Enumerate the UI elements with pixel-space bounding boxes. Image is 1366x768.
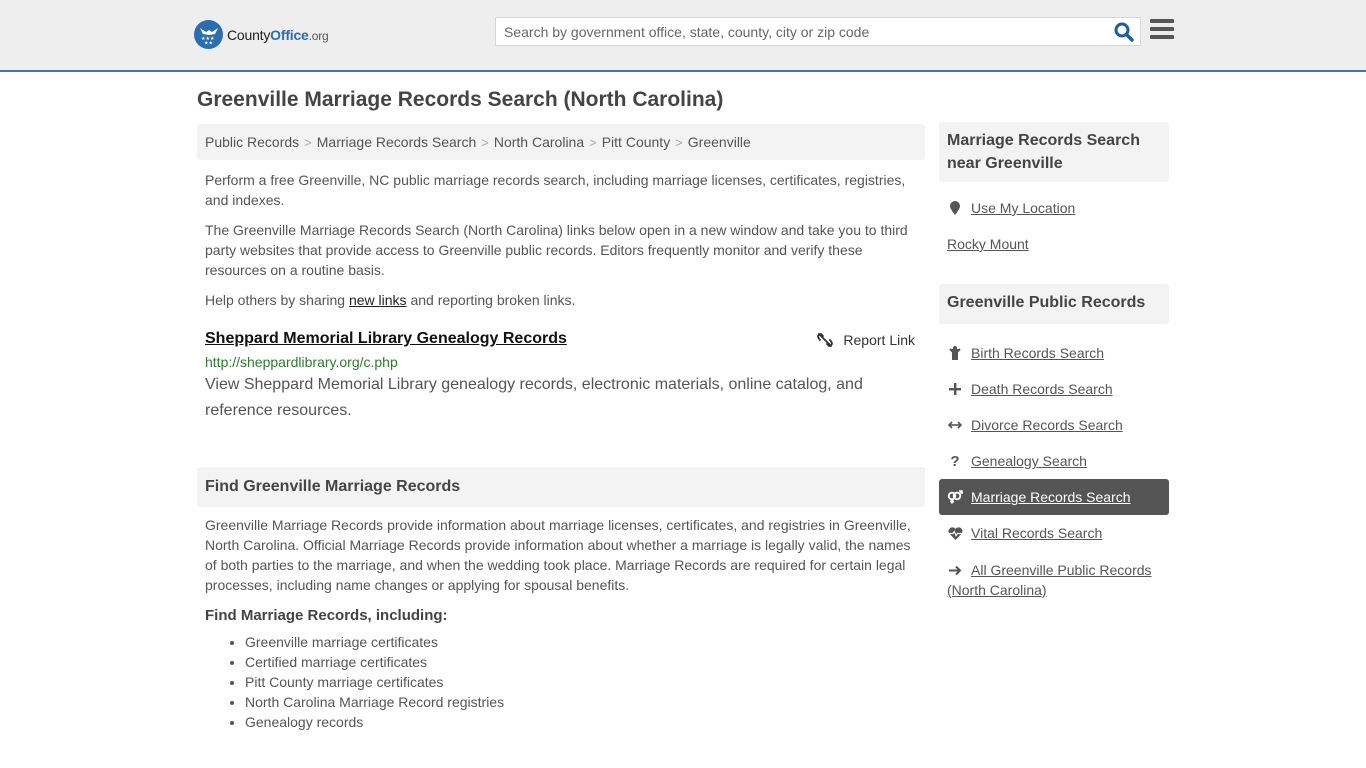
- sidebar-item-label[interactable]: Vital Records Search: [971, 525, 1102, 541]
- new-links-link[interactable]: new links: [349, 292, 407, 308]
- breadcrumb-pitt-county[interactable]: Pitt County: [602, 134, 670, 150]
- question-icon: ?: [950, 452, 960, 470]
- broken-link-icon: [817, 333, 834, 347]
- result-url: http://sheppardlibrary.org/c.php: [205, 354, 398, 370]
- sidebar-public-records: Greenville Public Records Birth Records …: [939, 284, 1169, 600]
- heartbeat-icon: [947, 526, 963, 540]
- arrows-horizontal-icon: [947, 420, 963, 430]
- report-link-button[interactable]: Report Link: [817, 332, 915, 348]
- result-title-link[interactable]: Sheppard Memorial Library Genealogy Reco…: [205, 330, 567, 347]
- sidebar-item-label[interactable]: Birth Records Search: [971, 345, 1104, 361]
- list-item: Greenville marriage certificates: [245, 632, 917, 652]
- intro-paragraph-2: The Greenville Marriage Records Search (…: [205, 222, 908, 278]
- list-item: Certified marriage certificates: [245, 652, 917, 672]
- sidebar-item-genealogy[interactable]: ? Genealogy Search: [939, 443, 1169, 479]
- sidebar-item-label[interactable]: Divorce Records Search: [971, 417, 1123, 433]
- result-item: Sheppard Memorial Library Genealogy Reco…: [205, 330, 915, 424]
- find-section-paragraph: Greenville Marriage Records provide info…: [205, 517, 911, 593]
- logo-wordmark: CountyOffice.org: [227, 27, 329, 43]
- logo-main: Office: [270, 26, 309, 43]
- sidebar-item-label[interactable]: Marriage Records Search: [971, 489, 1131, 505]
- breadcrumb-marriage-records-search[interactable]: Marriage Records Search: [317, 134, 477, 150]
- sidebar-item-label[interactable]: Genealogy Search: [971, 453, 1087, 469]
- search-bar: [495, 17, 1141, 46]
- list-item: North Carolina Marriage Record registrie…: [245, 692, 917, 712]
- intro-text: and reporting broken links.: [406, 292, 576, 308]
- breadcrumb-separator: >: [675, 135, 683, 150]
- site-logo[interactable]: ★★★ ★★ CountyOffice.org: [194, 20, 329, 49]
- svg-text:★★: ★★: [204, 40, 213, 45]
- sidebar-public-records-heading: Greenville Public Records: [939, 284, 1169, 324]
- report-link-label: Report Link: [843, 332, 915, 348]
- sidebar-item-all-public-records[interactable]: All Greenville Public Records (North Car…: [939, 551, 1169, 600]
- child-icon: [947, 346, 963, 360]
- sidebar-item-label[interactable]: All Greenville Public Records (North Car…: [947, 562, 1152, 598]
- use-my-location-label[interactable]: Use My Location: [971, 200, 1075, 216]
- search-button[interactable]: [1114, 22, 1134, 42]
- eagle-logo-icon: ★★★ ★★: [194, 20, 223, 49]
- arrow-right-icon: [947, 565, 963, 576]
- breadcrumb-north-carolina[interactable]: North Carolina: [494, 134, 584, 150]
- intro-paragraph-1: Perform a free Greenville, NC public mar…: [205, 172, 906, 208]
- hamburger-menu-icon: [1150, 19, 1174, 39]
- find-section-heading: Find Greenville Marriage Records: [197, 467, 925, 507]
- list-item: Pitt County marriage certificates: [245, 672, 917, 692]
- intro-paragraph-3: Help others by sharing new links and rep…: [205, 290, 915, 310]
- top-header: ★★★ ★★ CountyOffice.org: [0, 0, 1366, 72]
- breadcrumb: Public Records > Marriage Records Search > N…: [197, 124, 925, 160]
- breadcrumb-greenville[interactable]: Greenville: [688, 134, 751, 150]
- intro-section: Perform a free Greenville, NC public mar…: [205, 170, 915, 320]
- map-marker-icon: [947, 201, 963, 215]
- plus-icon: [947, 383, 963, 395]
- breadcrumb-separator: >: [304, 135, 312, 150]
- find-section-subheading: Find Marriage Records, including:: [205, 607, 448, 624]
- breadcrumb-separator: >: [481, 135, 489, 150]
- intro-text: Help others by sharing: [205, 292, 349, 308]
- logo-suffix: .org: [308, 28, 329, 43]
- sidebar-item-marriage-records[interactable]: Marriage Records Search: [939, 479, 1169, 515]
- venus-mars-icon: [947, 490, 963, 504]
- sidebar-item-label[interactable]: Death Records Search: [971, 381, 1113, 397]
- list-item: Genealogy records: [245, 712, 917, 732]
- page-title: Greenville Marriage Records Search (Nort…: [197, 88, 724, 111]
- search-icon: [1114, 22, 1134, 42]
- use-my-location-link[interactable]: Use My Location: [939, 190, 1169, 226]
- breadcrumb-public-records[interactable]: Public Records: [205, 134, 299, 150]
- hamburger-menu-button[interactable]: [1150, 19, 1174, 41]
- search-input[interactable]: [496, 18, 1106, 45]
- result-description: View Sheppard Memorial Library genealogy…: [205, 376, 863, 419]
- record-types-list: Greenville marriage certificates Certifi…: [245, 632, 917, 732]
- sidebar-nearby-heading: Marriage Records Search near Greenville: [939, 122, 1169, 182]
- nearby-place-rocky-mount[interactable]: Rocky Mount: [939, 226, 1169, 262]
- logo-prefix: County: [227, 26, 271, 43]
- sidebar-item-vital-records[interactable]: Vital Records Search: [939, 515, 1169, 551]
- sidebar-nearby: Marriage Records Search near Greenville …: [939, 122, 1169, 262]
- sidebar-item-divorce-records[interactable]: Divorce Records Search: [939, 407, 1169, 443]
- find-section-body: Greenville Marriage Records provide info…: [205, 515, 917, 732]
- sidebar-item-death-records[interactable]: Death Records Search: [939, 371, 1169, 407]
- sidebar-item-birth-records[interactable]: Birth Records Search: [939, 335, 1169, 371]
- nearby-place-label[interactable]: Rocky Mount: [947, 236, 1029, 252]
- breadcrumb-separator: >: [589, 135, 597, 150]
